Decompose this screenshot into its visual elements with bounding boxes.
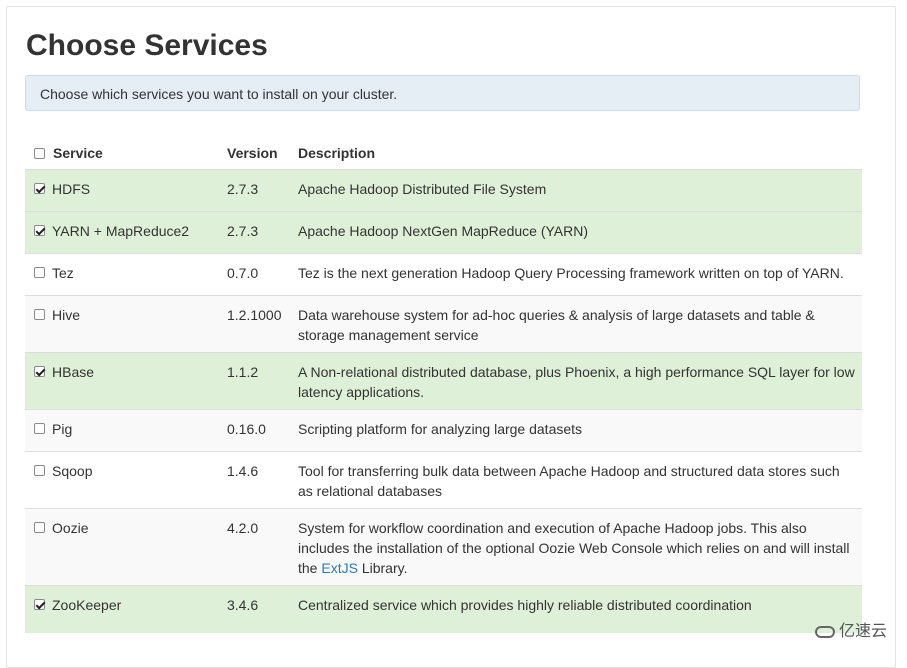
service-name: HDFS	[52, 181, 91, 197]
service-version: 3.4.6	[227, 597, 259, 613]
service-name: Tez	[52, 265, 74, 281]
service-checkbox[interactable]	[34, 309, 45, 320]
description-text: Library.	[357, 560, 408, 576]
select-all-checkbox[interactable]	[34, 148, 45, 159]
service-name: HBase	[52, 364, 95, 380]
service-description: Apache Hadoop NextGen MapReduce (YARN)	[298, 223, 589, 239]
table-row[interactable]: HBase 1.1.2 A Non-relational distributed…	[25, 352, 862, 409]
service-description: Centralized service which provides highl…	[298, 597, 752, 613]
service-version: 0.16.0	[227, 421, 266, 437]
table-row[interactable]: Hive 1.2.1000 Data warehouse system for …	[25, 295, 862, 352]
services-table: Service Version Description HDFS 2.7.3 A…	[25, 137, 862, 633]
header-service: Service	[53, 145, 103, 161]
service-checkbox[interactable]	[34, 225, 45, 236]
service-description: Data warehouse system for ad-hoc queries…	[298, 307, 815, 343]
extjs-link[interactable]: ExtJS	[321, 560, 358, 576]
service-checkbox[interactable]	[34, 423, 45, 434]
header-version: Version	[227, 145, 278, 161]
table-row[interactable]: YARN + MapReduce2 2.7.3 Apache Hadoop Ne…	[25, 211, 862, 253]
table-row[interactable]: Tez 0.7.0 Tez is the next generation Had…	[25, 253, 862, 295]
info-alert: Choose which services you want to instal…	[25, 75, 860, 111]
service-checkbox[interactable]	[34, 599, 45, 610]
table-row[interactable]: Sqoop 1.4.6 Tool for transferring bulk d…	[25, 451, 862, 508]
service-description: Tez is the next generation Hadoop Query …	[298, 265, 844, 281]
service-version: 4.2.0	[227, 520, 259, 536]
service-checkbox[interactable]	[34, 267, 45, 278]
service-name: YARN + MapReduce2	[52, 223, 190, 239]
service-name: Pig	[52, 421, 73, 437]
service-checkbox[interactable]	[34, 522, 45, 533]
service-name: Oozie	[52, 520, 89, 536]
header-description: Description	[298, 145, 376, 161]
watermark: 亿速云	[815, 617, 887, 641]
table-row[interactable]: ZooKeeper 3.4.6 Centralized service whic…	[25, 585, 862, 633]
service-version: 1.2.1000	[227, 307, 282, 323]
service-checkbox[interactable]	[34, 465, 45, 476]
table-row[interactable]: Pig 0.16.0 Scripting platform for analyz…	[25, 409, 862, 451]
service-version: 2.7.3	[227, 223, 259, 239]
service-description: Tool for transferring bulk data between …	[298, 463, 840, 499]
service-version: 1.1.2	[227, 364, 259, 380]
service-name: Hive	[52, 307, 81, 323]
service-name: ZooKeeper	[52, 597, 122, 613]
table-row[interactable]: HDFS 2.7.3 Apache Hadoop Distributed Fil…	[25, 169, 862, 211]
cloud-icon	[815, 625, 835, 638]
service-name: Sqoop	[52, 463, 93, 479]
table-row[interactable]: Oozie 4.2.0 System for workflow coordina…	[25, 508, 862, 585]
service-version: 2.7.3	[227, 181, 259, 197]
service-version: 1.4.6	[227, 463, 259, 479]
page-title: Choose Services	[26, 29, 268, 62]
service-description: A Non-relational distributed database, p…	[298, 364, 855, 400]
watermark-text: 亿速云	[839, 623, 888, 640]
service-description: System for workflow coordination and exe…	[298, 518, 858, 578]
service-checkbox[interactable]	[34, 183, 45, 194]
table-header: Service Version Description	[25, 137, 862, 169]
service-description: Apache Hadoop Distributed File System	[298, 181, 547, 197]
service-checkbox[interactable]	[34, 366, 45, 377]
service-version: 0.7.0	[227, 265, 259, 281]
service-description: Scripting platform for analyzing large d…	[298, 421, 583, 437]
